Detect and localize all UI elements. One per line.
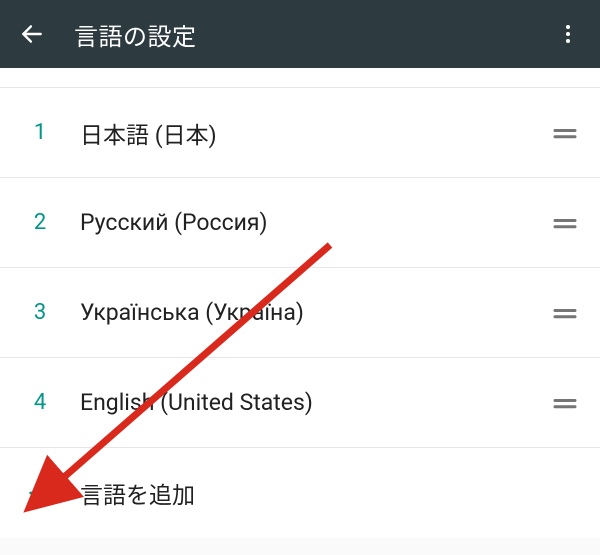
language-label: Русский (Россия)	[80, 209, 530, 236]
drag-handle-icon	[550, 298, 580, 328]
add-language-label: 言語を追加	[80, 476, 195, 510]
add-language-button[interactable]: 言語を追加	[0, 448, 600, 538]
back-button[interactable]	[8, 10, 56, 58]
list-top-spacer	[0, 68, 600, 88]
language-index: 1	[0, 120, 80, 145]
app-bar: 言語の設定	[0, 0, 600, 68]
page-title: 言語の設定	[74, 17, 544, 52]
plus-icon	[26, 479, 54, 507]
drag-handle[interactable]	[530, 388, 600, 418]
language-index: 4	[0, 390, 80, 415]
drag-handle[interactable]	[530, 298, 600, 328]
language-row[interactable]: 1 日本語 (日本)	[0, 88, 600, 178]
language-row[interactable]: 4 English (United States)	[0, 358, 600, 448]
language-row[interactable]: 3 Українська (Україна)	[0, 268, 600, 358]
arrow-left-icon	[19, 21, 45, 47]
language-label: English (United States)	[80, 389, 530, 416]
drag-handle[interactable]	[530, 208, 600, 238]
language-label: 日本語 (日本)	[80, 116, 530, 150]
overflow-menu-button[interactable]	[544, 10, 592, 58]
drag-handle-icon	[550, 118, 580, 148]
language-index: 3	[0, 300, 80, 325]
plus-icon-wrapper	[0, 479, 80, 507]
language-list: 1 日本語 (日本) 2 Русский (Россия) 3 Українсь…	[0, 68, 600, 538]
drag-handle-icon	[550, 208, 580, 238]
language-label: Українська (Україна)	[80, 299, 530, 326]
more-vert-icon	[556, 22, 580, 46]
language-row[interactable]: 2 Русский (Россия)	[0, 178, 600, 268]
drag-handle[interactable]	[530, 118, 600, 148]
language-index: 2	[0, 210, 80, 235]
drag-handle-icon	[550, 388, 580, 418]
